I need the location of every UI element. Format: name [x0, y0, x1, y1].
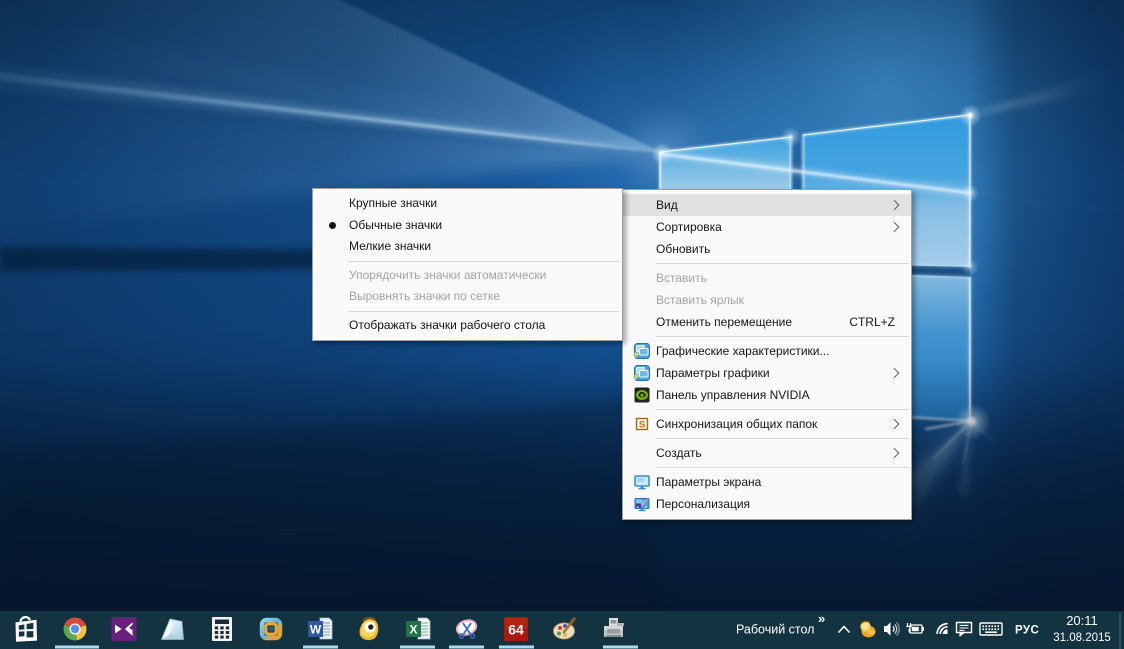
svg-text:20:11: 20:11: [1066, 613, 1098, 628]
svg-text:X: X: [409, 623, 417, 637]
svg-text:31.08.2015: 31.08.2015: [1053, 632, 1111, 644]
svg-text:РУС: РУС: [1015, 625, 1039, 637]
svg-text:W: W: [310, 623, 322, 637]
svg-text:S: S: [639, 420, 645, 431]
svg-text:64: 64: [508, 622, 524, 638]
svg-text:Рабочий стол: Рабочий стол: [736, 623, 814, 637]
svg-text:»: »: [818, 611, 825, 626]
